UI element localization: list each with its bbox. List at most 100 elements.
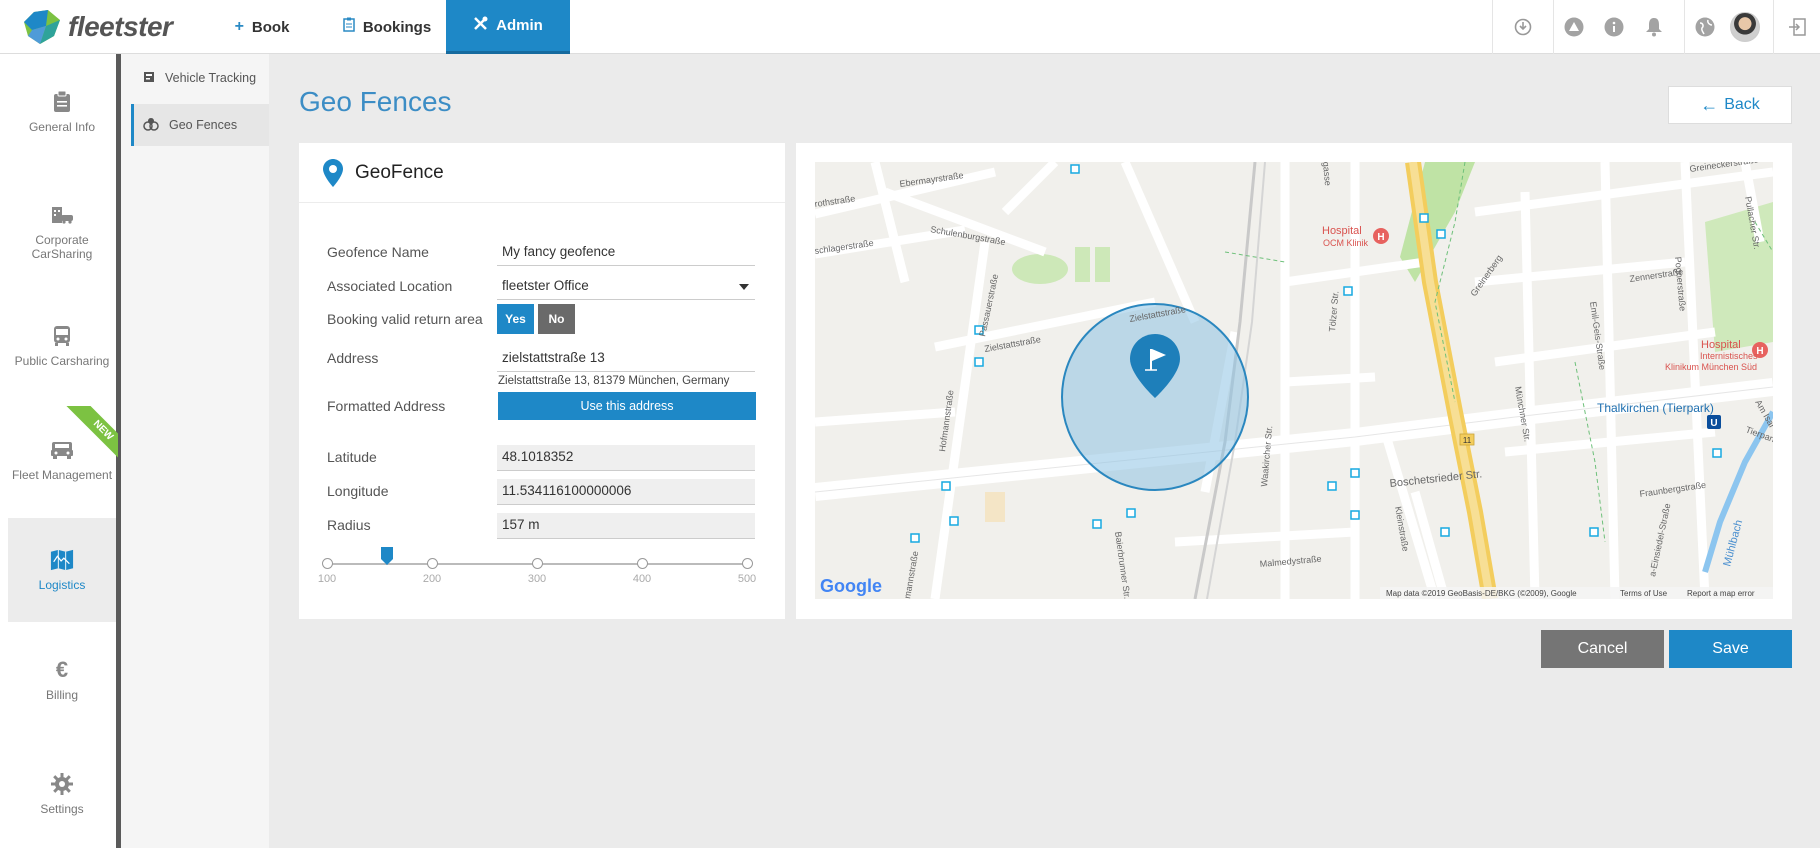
logo-mark-icon <box>24 10 60 44</box>
sidebar-item-label: Fleet Management <box>11 468 113 482</box>
subnav-label: Geo Fences <box>169 118 238 132</box>
clipboard-icon <box>343 17 355 37</box>
slider-handle[interactable] <box>380 547 394 565</box>
latitude-row: Latitude 48.1018352 <box>327 445 757 471</box>
geofence-name-label: Geofence Name <box>327 244 429 260</box>
subnav-label: Vehicle Tracking <box>165 71 257 85</box>
plus-icon: + <box>234 18 244 35</box>
slider-tick <box>427 558 438 569</box>
tools-icon <box>473 16 488 36</box>
sidebar-item-label: Settings <box>40 802 84 816</box>
address-label: Address <box>327 350 379 366</box>
nav-book[interactable]: + Book <box>222 0 302 54</box>
warning-icon[interactable] <box>1554 0 1594 54</box>
geofence-name-row: Geofence Name My fancy geofence <box>327 240 757 266</box>
globe-icon[interactable] <box>1685 0 1725 54</box>
address-row: Address zielstattstraße 13 <box>327 346 757 372</box>
fleetster-logo[interactable]: fleetster <box>24 10 173 44</box>
geofence-name-input[interactable]: My fancy geofence <box>497 240 755 266</box>
longitude-row: Longitude 11.534116100000006 <box>327 479 757 505</box>
map-view[interactable]: 11 U H H Google Ebermayrstraße Schulenbu… <box>815 162 1773 599</box>
slider-tick-label: 500 <box>737 573 757 585</box>
top-icon-bar <box>1492 0 1820 54</box>
nav-bookings-label: Bookings <box>362 18 432 36</box>
map-card: 11 U H H Google Ebermayrstraße Schulenbu… <box>796 143 1792 619</box>
svg-text:OCM Klinik: OCM Klinik <box>1323 238 1369 248</box>
sidebar-item-settings[interactable]: Settings <box>8 742 116 846</box>
radius-input[interactable]: 157 m <box>497 513 755 539</box>
sports-field <box>1012 254 1068 284</box>
no-toggle-button[interactable]: No <box>538 304 575 334</box>
formatted-address-label: Formatted Address <box>327 398 446 414</box>
radius-row: Radius 157 m <box>327 513 757 539</box>
return-area-row: Booking valid return area Yes No <box>327 304 757 336</box>
avatar[interactable] <box>1725 0 1765 54</box>
slider-tick-label: 100 <box>317 573 337 585</box>
back-button[interactable]: ← Back <box>1668 86 1792 124</box>
svg-text:Internistisches: Internistisches <box>1700 351 1758 361</box>
nav-admin-label: Admin <box>496 17 543 34</box>
sidebar-item-corporate-carsharing[interactable]: Corporate CarSharing <box>8 180 116 284</box>
save-button[interactable]: Save <box>1669 630 1792 668</box>
card-header: GeoFence <box>299 143 785 203</box>
map-canvas: 11 U H H Google Ebermayrstraße Schulenbu… <box>815 162 1773 599</box>
svg-text:H: H <box>1377 232 1384 243</box>
svg-text:Hospital: Hospital <box>1701 339 1741 351</box>
clipboard-icon <box>50 90 74 114</box>
return-area-label: Booking valid return area <box>327 311 483 327</box>
associated-location-select[interactable]: fleetster Office <box>497 274 755 300</box>
logo-text: fleetster <box>68 11 173 42</box>
sidebar-item-label: Corporate CarSharing <box>31 233 93 261</box>
subnav-vehicle-tracking[interactable]: Vehicle Tracking <box>131 57 269 99</box>
associated-location-label: Associated Location <box>327 278 453 294</box>
svg-text:Map data ©2019 GeoBasis-DE/BKG: Map data ©2019 GeoBasis-DE/BKG (©2009), … <box>1386 589 1577 598</box>
sand-area <box>985 492 1005 522</box>
sidebar-item-label: Public Carsharing <box>14 354 110 368</box>
sidebar-item-label: Logistics <box>38 578 86 592</box>
latitude-input[interactable]: 48.1018352 <box>497 445 755 471</box>
bell-icon[interactable] <box>1634 0 1674 54</box>
slider-tick <box>532 558 543 569</box>
address-input[interactable]: zielstattstraße 13 <box>497 346 755 372</box>
road-number-label: 11 <box>1463 436 1472 445</box>
page-title: Geo Fences <box>299 86 452 117</box>
back-label: Back <box>1724 96 1760 113</box>
sidebar-item-label: Billing <box>45 688 78 702</box>
longitude-input[interactable]: 11.534116100000006 <box>497 479 755 505</box>
longitude-label: Longitude <box>327 483 389 499</box>
associated-location-row: Associated Location fleetster Office <box>327 274 757 300</box>
geofence-icon <box>143 117 159 134</box>
building-car-icon <box>50 203 74 227</box>
nav-admin[interactable]: Admin <box>446 0 570 54</box>
subnav-geo-fences[interactable]: Geo Fences <box>131 104 269 146</box>
svg-text:U: U <box>1710 418 1717 429</box>
nav-book-label: Book <box>251 18 290 36</box>
nav-bookings[interactable]: Bookings <box>332 0 442 54</box>
slider-tick-label: 300 <box>527 573 547 585</box>
sidebar-item-public-carsharing[interactable]: Public Carsharing <box>8 294 116 398</box>
yes-toggle-button[interactable]: Yes <box>497 304 534 334</box>
sidebar-item-billing[interactable]: € Billing <box>8 628 116 732</box>
slider-tick-label: 200 <box>422 573 442 585</box>
top-bar: fleetster + Book Bookings Admin <box>0 0 1820 54</box>
power-icon[interactable] <box>1493 0 1553 54</box>
slider-tick <box>637 558 648 569</box>
slider-tick-label: 400 <box>632 573 652 585</box>
svg-text:Thalkirchen (Tierpark): Thalkirchen (Tierpark) <box>1597 401 1714 415</box>
svg-text:Google: Google <box>820 576 882 596</box>
google-logo: Google <box>820 576 882 596</box>
info-icon[interactable] <box>1594 0 1634 54</box>
cancel-button[interactable]: Cancel <box>1541 630 1664 668</box>
park-area <box>1705 202 1773 352</box>
formatted-address-value: Zielstattstraße 13, 81379 München, Germa… <box>498 375 730 387</box>
use-this-address-button[interactable]: Use this address <box>498 392 756 420</box>
logout-icon[interactable] <box>1774 0 1820 54</box>
sports-field <box>1075 247 1090 282</box>
radius-slider[interactable]: 100 200 300 400 500 <box>318 547 757 587</box>
card-title: GeoFence <box>355 161 444 183</box>
sidebar-item-logistics[interactable]: Logistics <box>8 518 116 622</box>
tracking-icon <box>143 71 155 86</box>
arrow-left-icon: ← <box>1700 94 1719 115</box>
sidebar-item-general-info[interactable]: General Info <box>8 60 116 164</box>
location-pin-icon <box>323 158 343 187</box>
